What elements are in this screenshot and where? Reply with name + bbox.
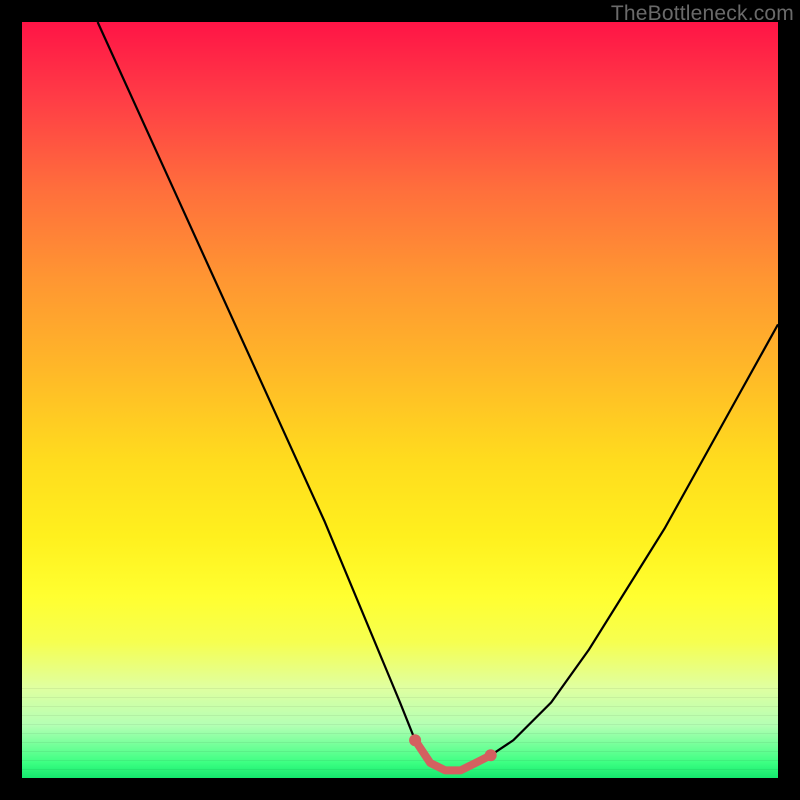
main-curve — [98, 22, 778, 770]
curve-layer — [22, 22, 778, 778]
highlight-end-dot — [409, 734, 421, 746]
chart-frame: TheBottleneck.com — [0, 0, 800, 800]
plot-area — [22, 22, 778, 778]
highlight-segment — [415, 740, 491, 770]
watermark-text: TheBottleneck.com — [611, 2, 794, 26]
highlight-end-dot — [485, 749, 497, 761]
